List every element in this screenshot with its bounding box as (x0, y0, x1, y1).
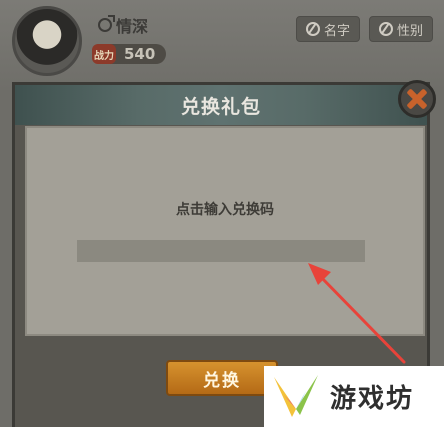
male-gender-icon (98, 15, 115, 32)
edit-icon (305, 22, 320, 36)
watermark: 游戏坊 (264, 366, 444, 427)
watermark-text: 游戏坊 (330, 384, 415, 414)
change-name-button[interactable]: 名字 (296, 16, 360, 42)
redeem-button[interactable]: 兑换 (166, 360, 278, 396)
player-name-row: 情深 (98, 14, 148, 36)
code-prompt-label: 点击输入兑换码 (176, 202, 274, 218)
change-gender-button[interactable]: 性别 (369, 16, 433, 42)
redeem-code-input[interactable] (77, 240, 365, 262)
power-display: 战力 540 (92, 44, 166, 64)
site-logo-icon (274, 374, 318, 417)
player-avatar[interactable] (12, 6, 82, 76)
change-gender-label: 性别 (396, 23, 423, 39)
power-icon: 战力 (92, 44, 116, 64)
player-name: 情深 (116, 17, 149, 36)
close-button[interactable] (398, 80, 436, 118)
edit-icon (378, 22, 393, 36)
dialog-title: 兑换礼包 (180, 95, 261, 118)
change-name-label: 名字 (323, 23, 350, 39)
power-value: 540 (124, 45, 156, 63)
dialog-header: 兑换礼包 (15, 85, 427, 125)
content-panel (25, 126, 425, 336)
